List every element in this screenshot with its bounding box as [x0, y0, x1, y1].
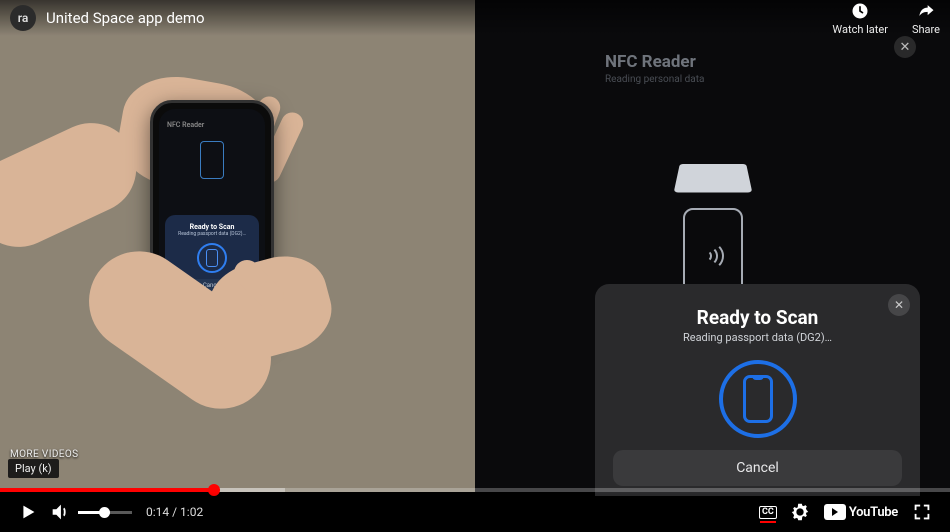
play-icon	[17, 501, 39, 523]
channel-avatar[interactable]: ra	[10, 5, 36, 31]
gear-icon	[789, 501, 811, 523]
volume-control[interactable]	[44, 496, 138, 528]
nfc-reader-title: NFC Reader	[605, 52, 704, 72]
cc-icon: CC	[759, 506, 777, 519]
sheet-close-icon[interactable]: ✕	[888, 294, 910, 316]
youtube-player: ra United Space app demo Watch later Sha…	[0, 0, 950, 532]
cancel-button[interactable]: Cancel	[613, 450, 902, 486]
left-camera-view: NFC Reader Ready to Scan Reading passpor…	[0, 0, 475, 492]
clock-icon	[850, 1, 870, 21]
nfc-header: NFC Reader Reading personal data	[605, 52, 704, 85]
volume-icon	[49, 501, 71, 523]
subtitles-button[interactable]: CC	[752, 496, 784, 528]
youtube-icon	[824, 504, 846, 520]
video-stage[interactable]: NFC Reader Ready to Scan Reading passpor…	[0, 0, 950, 492]
mute-button[interactable]	[44, 496, 76, 528]
player-top-bar: ra United Space app demo Watch later Sha…	[0, 0, 950, 36]
mini-sheet-title: Ready to Scan	[171, 223, 253, 231]
share-icon	[916, 1, 936, 21]
phone-outline-icon	[200, 141, 224, 179]
watch-on-youtube-button[interactable]: YouTube	[824, 504, 898, 520]
sheet-subtitle: Reading passport data (DG2)…	[613, 331, 902, 344]
current-time: 0:14	[146, 505, 169, 519]
settings-button[interactable]	[784, 496, 816, 528]
scan-ring-icon	[719, 360, 797, 438]
volume-slider[interactable]	[78, 511, 132, 514]
right-screen-mirror: ✕ NFC Reader Reading personal data ✕ Rea…	[475, 0, 950, 492]
mini-scan-ring-icon	[197, 243, 227, 273]
mini-illustration	[159, 141, 265, 179]
nfc-waves-icon	[698, 241, 728, 271]
duration: 1:02	[180, 505, 203, 519]
nfc-reader-subtitle: Reading personal data	[605, 74, 704, 85]
time-display: 0:14 / 1:02	[146, 505, 203, 519]
top-right-actions: Watch later Share	[832, 1, 940, 36]
watch-later-label: Watch later	[832, 23, 888, 36]
sheet-title: Ready to Scan	[613, 306, 902, 329]
control-bar: 0:14 / 1:02 CC YouTube	[0, 492, 950, 532]
scan-sheet: ✕ Ready to Scan Reading passport data (D…	[595, 284, 920, 496]
video-title[interactable]: United Space app demo	[46, 9, 832, 27]
close-icon[interactable]: ✕	[894, 36, 916, 58]
play-button[interactable]	[12, 496, 44, 528]
play-tooltip: Play (k)	[8, 459, 59, 478]
youtube-label: YouTube	[849, 505, 898, 520]
phone-glyph-icon	[743, 375, 773, 423]
share-button[interactable]: Share	[912, 1, 940, 36]
mini-sheet-sub: Reading passport data (DG2)…	[171, 231, 253, 237]
id-card-icon	[673, 164, 752, 192]
fullscreen-icon	[911, 501, 933, 523]
fullscreen-button[interactable]	[906, 496, 938, 528]
watch-later-button[interactable]: Watch later	[832, 1, 888, 36]
mini-nfc-title: NFC Reader	[159, 109, 265, 129]
share-label: Share	[912, 23, 940, 36]
